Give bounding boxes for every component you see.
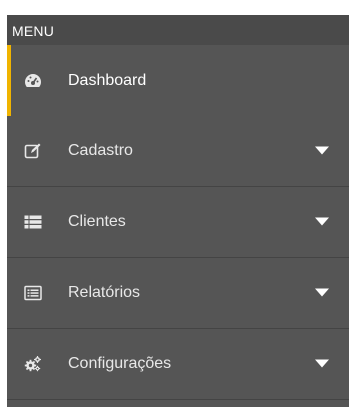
sidebar-item-label: Relatórios bbox=[68, 284, 141, 301]
menu-header: MENU bbox=[7, 15, 349, 45]
sidebar-item-relatorios[interactable]: Relatórios bbox=[7, 258, 349, 329]
chevron-down-icon[interactable] bbox=[315, 359, 329, 369]
chevron-down-icon[interactable] bbox=[315, 288, 329, 298]
chevron-down-icon[interactable] bbox=[315, 146, 329, 156]
sidebar-menu: MENU Dashboard Cadastro Clientes Relatór… bbox=[7, 15, 349, 407]
chevron-down-icon[interactable] bbox=[315, 217, 329, 227]
sidebar-item-dashboard[interactable]: Dashboard bbox=[7, 45, 349, 116]
sidebar-item-clientes[interactable]: Clientes bbox=[7, 187, 349, 258]
sidebar-item-label: Dashboard bbox=[68, 71, 147, 89]
sidebar-item-label: Cadastro bbox=[68, 142, 133, 159]
sidebar-item-label: Configurações bbox=[68, 355, 172, 372]
sidebar-item-cadastro[interactable]: Cadastro bbox=[7, 116, 349, 187]
edit-icon bbox=[24, 143, 41, 159]
sidebar-item-label: Clientes bbox=[68, 213, 126, 230]
list-icon bbox=[24, 215, 42, 229]
report-icon bbox=[24, 285, 42, 301]
sidebar-item-configuracoes[interactable]: Configurações bbox=[7, 329, 349, 400]
dashboard-icon bbox=[25, 73, 41, 87]
gears-icon bbox=[24, 356, 41, 372]
